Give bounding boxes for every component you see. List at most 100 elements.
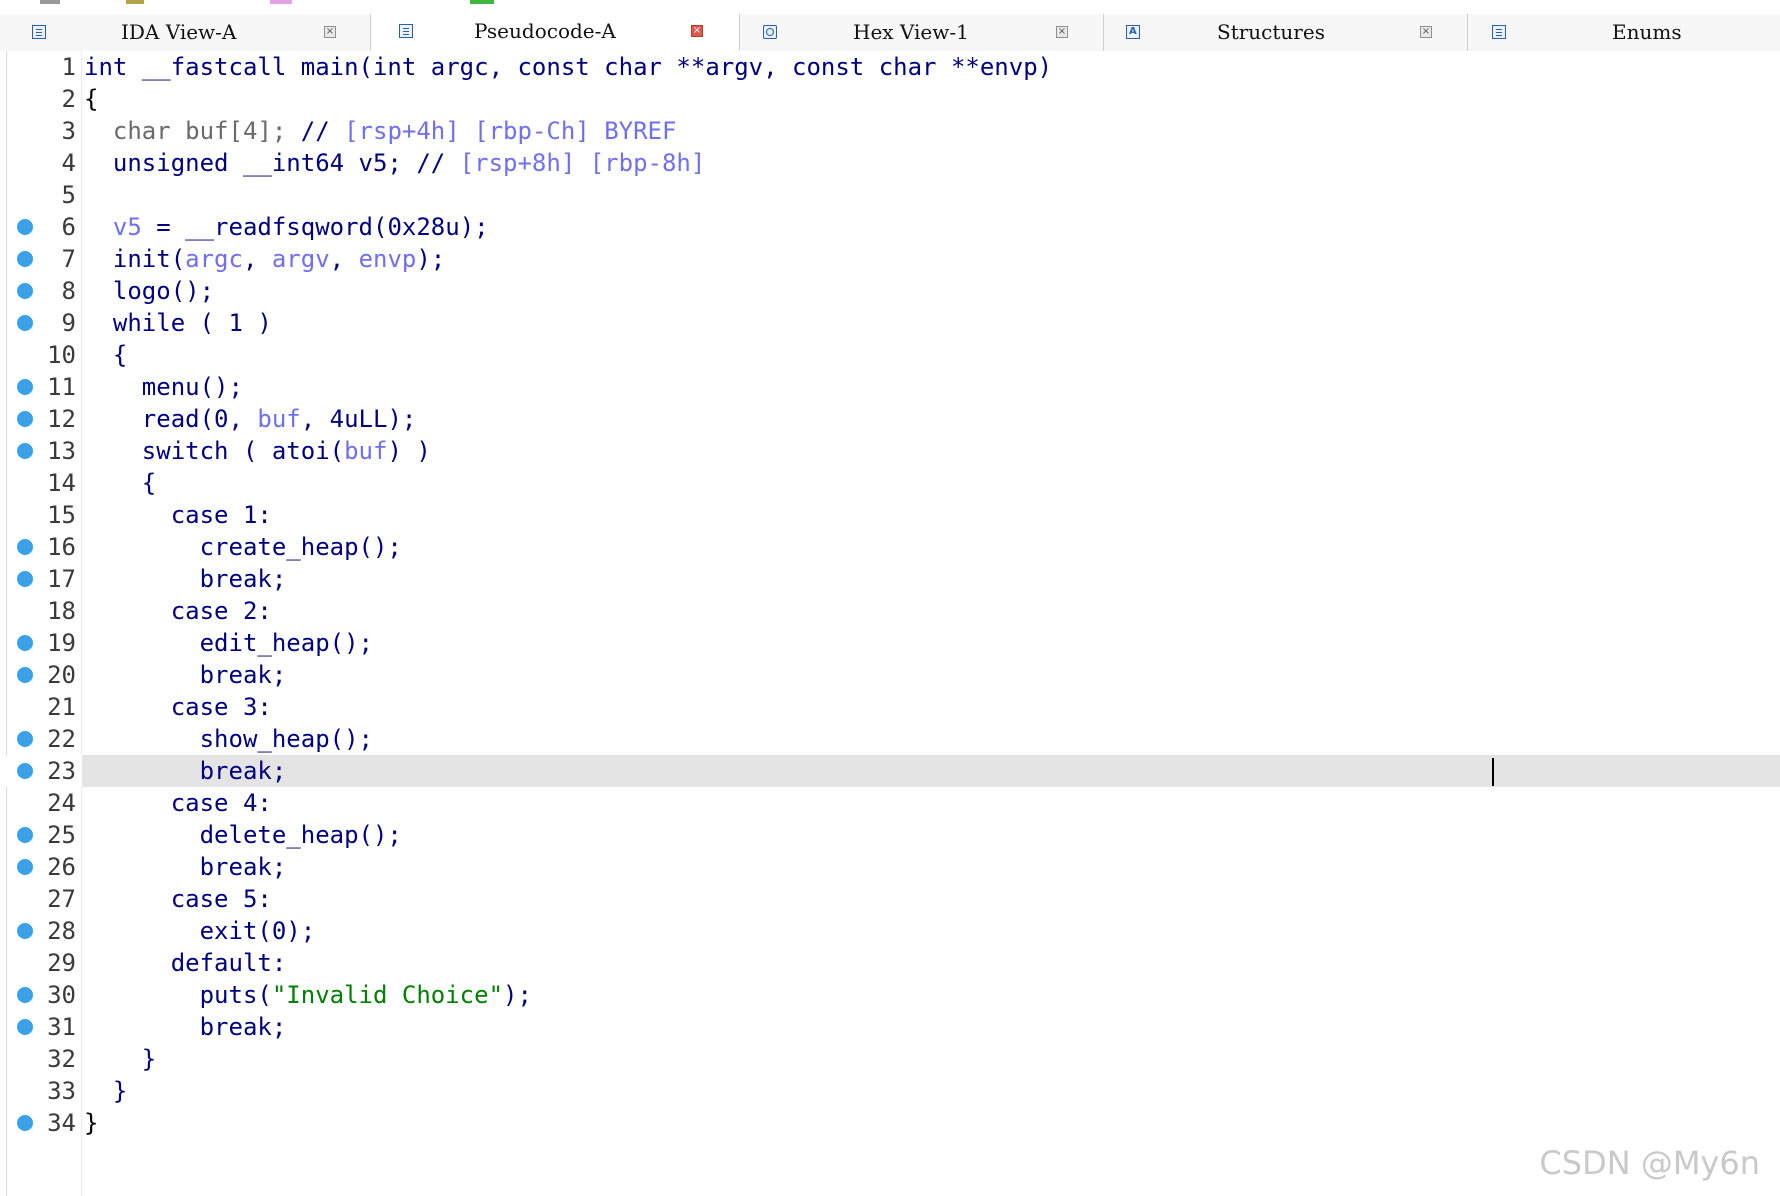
code-line[interactable]: 18 case 2: [0,595,1780,627]
code-text: char buf[4]; // [rsp+4h] [rbp-Ch] BYREF [84,117,677,145]
line-gutter[interactable]: 10 [0,339,82,371]
line-gutter[interactable]: 2 [0,83,82,115]
line-gutter[interactable]: 7 [0,243,82,275]
line-gutter[interactable]: 20 [0,659,82,691]
code-line[interactable]: 5 [0,179,1780,211]
close-icon[interactable]: × [1420,26,1432,38]
line-gutter[interactable]: 27 [0,883,82,915]
code-line[interactable]: 7 init(argc, argv, envp); [0,243,1780,275]
code-token: , [242,245,272,273]
code-line[interactable]: 31 break; [0,1011,1780,1043]
tab-pseudocode-a[interactable]: Pseudocode-A × [371,14,740,51]
line-gutter[interactable]: 11 [0,371,82,403]
line-gutter[interactable]: 34 [0,1107,82,1139]
line-gutter[interactable]: 24 [0,787,82,819]
code-token: menu(); [84,373,243,401]
tab-structures[interactable]: Structures × [1104,14,1468,51]
code-token: case 3: [84,693,272,721]
code-line[interactable]: 29 default: [0,947,1780,979]
close-icon[interactable]: × [324,26,336,38]
line-gutter[interactable]: 17 [0,563,82,595]
code-line[interactable]: 13 switch ( atoi(buf) ) [0,435,1780,467]
line-gutter[interactable]: 1 [0,51,82,83]
line-gutter[interactable]: 33 [0,1075,82,1107]
line-gutter[interactable]: 23 [0,755,82,787]
code-line[interactable]: 28 exit(0); [0,915,1780,947]
code-line[interactable]: 16 create_heap(); [0,531,1780,563]
line-gutter[interactable]: 6 [0,211,82,243]
line-gutter[interactable]: 28 [0,915,82,947]
line-gutter[interactable]: 19 [0,627,82,659]
line-gutter[interactable]: 16 [0,531,82,563]
tab-ida-view-a[interactable]: IDA View-A × [6,14,371,51]
line-gutter[interactable]: 13 [0,435,82,467]
line-gutter[interactable]: 12 [0,403,82,435]
code-line[interactable]: 34} [0,1107,1780,1139]
code-line[interactable]: 4 unsigned __int64 v5; // [rsp+8h] [rbp-… [0,147,1780,179]
code-line[interactable]: 32 } [0,1043,1780,1075]
line-gutter[interactable]: 14 [0,467,82,499]
code-line[interactable]: 2{ [0,83,1780,115]
line-number: 24 [47,789,76,817]
line-gutter[interactable]: 8 [0,275,82,307]
code-line[interactable]: 6 v5 = __readfsqword(0x28u); [0,211,1780,243]
code-text: } [84,1109,98,1137]
code-line[interactable]: 27 case 5: [0,883,1780,915]
code-line[interactable]: 8 logo(); [0,275,1780,307]
code-line[interactable]: 33 } [0,1075,1780,1107]
line-gutter[interactable]: 3 [0,115,82,147]
code-line[interactable]: 22 show_heap(); [0,723,1780,755]
line-gutter[interactable]: 22 [0,723,82,755]
code-line[interactable]: 17 break; [0,563,1780,595]
line-gutter[interactable]: 18 [0,595,82,627]
line-number: 22 [47,725,76,753]
code-line[interactable]: 9 while ( 1 ) [0,307,1780,339]
code-text: create_heap(); [84,533,402,561]
code-text: } [84,1077,127,1105]
code-text: while ( 1 ) [84,309,272,337]
line-number: 14 [47,469,76,497]
line-gutter[interactable]: 21 [0,691,82,723]
code-line[interactable]: 24 case 4: [0,787,1780,819]
code-line[interactable]: 14 { [0,467,1780,499]
tab-hex-view-1[interactable]: Hex View-1 × [740,14,1104,51]
code-text: break; [84,565,287,593]
code-line[interactable]: 30 puts("Invalid Choice"); [0,979,1780,1011]
line-number: 15 [47,501,76,529]
line-gutter[interactable]: 15 [0,499,82,531]
code-line[interactable]: 10 { [0,339,1780,371]
tab-enums[interactable]: Enums [1468,14,1780,51]
line-gutter[interactable]: 5 [0,179,82,211]
code-text: show_heap(); [84,725,373,753]
code-token: } [84,1109,99,1137]
code-line[interactable]: 21 case 3: [0,691,1780,723]
code-token: exit(0); [84,917,316,945]
code-line[interactable]: 20 break; [0,659,1780,691]
line-gutter[interactable]: 4 [0,147,82,179]
line-gutter[interactable]: 31 [0,1011,82,1043]
code-text: break; [84,757,287,785]
code-token: logo(); [84,277,215,305]
code-line[interactable]: 15 case 1: [0,499,1780,531]
line-gutter[interactable]: 25 [0,819,82,851]
close-icon[interactable]: × [1056,26,1068,38]
code-text: case 5: [84,885,272,913]
code-line[interactable]: 23 break; [0,755,1780,787]
line-gutter[interactable]: 30 [0,979,82,1011]
pseudocode-editor[interactable]: 1 int __fastcall main(int argc, const cha… [0,51,1780,1196]
code-text: menu(); [84,373,243,401]
line-gutter[interactable]: 9 [0,307,82,339]
line-gutter[interactable]: 32 [0,1043,82,1075]
line-gutter[interactable]: 29 [0,947,82,979]
close-icon[interactable]: × [691,25,703,37]
code-line[interactable]: 11 menu(); [0,371,1780,403]
code-line[interactable]: 3 char buf[4]; // [rsp+4h] [rbp-Ch] BYRE… [0,115,1780,147]
code-token: case 1: [84,501,272,529]
code-line[interactable]: 12 read(0, buf, 4uLL); [0,403,1780,435]
code-token: init( [84,245,186,273]
code-line[interactable]: 1 int __fastcall main(int argc, const cha… [0,51,1780,83]
code-line[interactable]: 26 break; [0,851,1780,883]
line-gutter[interactable]: 26 [0,851,82,883]
code-line[interactable]: 19 edit_heap(); [0,627,1780,659]
code-line[interactable]: 25 delete_heap(); [0,819,1780,851]
